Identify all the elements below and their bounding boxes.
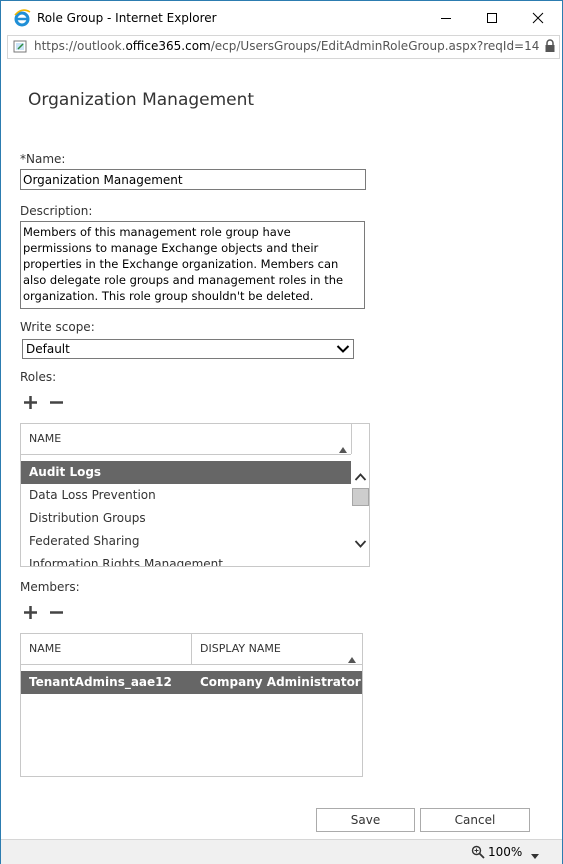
write-scope-value: Default: [26, 342, 70, 356]
header-divider: [351, 424, 352, 454]
members-name-column-header[interactable]: NAME: [21, 634, 192, 664]
zoom-dropdown-icon[interactable]: [531, 848, 539, 862]
chevron-up-icon: [354, 472, 367, 481]
roles-table: NAME Audit Logs Data Loss Prevention Dis…: [20, 423, 370, 567]
lock-icon[interactable]: [544, 39, 556, 56]
url-path: /ecp/UsersGroups/EditAdminRoleGroup.aspx…: [210, 39, 539, 53]
remove-member-button[interactable]: [47, 603, 65, 621]
minus-icon: [49, 400, 63, 404]
save-button[interactable]: Save: [316, 808, 415, 832]
dialog-content: Organization Management *Name: Descripti…: [1, 58, 562, 838]
address-bar[interactable]: https://outlook.office365.com/ecp/UsersG…: [7, 35, 560, 59]
member-display-name-cell: Company Administrator: [200, 675, 361, 689]
members-display-name-column-header[interactable]: DISPLAY NAME: [192, 634, 362, 664]
cancel-button[interactable]: Cancel: [420, 808, 530, 832]
internet-explorer-icon: [13, 9, 31, 27]
name-input[interactable]: [20, 169, 366, 190]
scroll-up-button[interactable]: [352, 468, 369, 485]
close-button[interactable]: [515, 1, 561, 35]
members-table: NAME DISPLAY NAME TenantAdmins_aae12 Com…: [20, 633, 363, 777]
column-header-label: NAME: [29, 432, 62, 445]
scrollbar-thumb[interactable]: [352, 488, 369, 506]
plus-icon: [23, 395, 37, 409]
role-row-audit-logs[interactable]: Audit Logs: [21, 461, 351, 484]
role-row-information-rights-management[interactable]: Information Rights Management: [21, 553, 351, 566]
title-bar: Role Group - Internet Explorer: [1, 1, 562, 35]
role-row-data-loss-prevention[interactable]: Data Loss Prevention: [21, 484, 351, 507]
site-identity-icon: [13, 39, 29, 57]
column-header-label: DISPLAY NAME: [200, 642, 281, 655]
roles-name-column-header[interactable]: NAME: [21, 424, 351, 454]
roles-label: Roles:: [20, 370, 57, 384]
chevron-down-icon: [354, 539, 367, 548]
page-title: Organization Management: [28, 90, 255, 110]
minimize-button[interactable]: [423, 1, 469, 35]
window-title: Role Group - Internet Explorer: [37, 11, 217, 25]
column-header-label: NAME: [29, 642, 62, 655]
name-label: *Name:: [20, 152, 66, 166]
scroll-down-button[interactable]: [352, 535, 369, 552]
members-table-header: NAME DISPLAY NAME: [21, 634, 362, 665]
remove-role-button[interactable]: [47, 393, 65, 411]
write-scope-label: Write scope:: [20, 320, 95, 334]
member-row[interactable]: TenantAdmins_aae12 Company Administrator: [21, 671, 362, 694]
member-name-cell: TenantAdmins_aae12: [29, 675, 172, 689]
write-scope-select[interactable]: Default: [22, 339, 354, 359]
description-label: Description:: [20, 204, 93, 218]
add-member-button[interactable]: [21, 603, 39, 621]
zoom-icon[interactable]: [471, 845, 485, 862]
maximize-button[interactable]: [469, 1, 515, 35]
status-bar: 100%: [1, 839, 562, 864]
url-domain: office365.com: [125, 39, 211, 53]
role-row-federated-sharing[interactable]: Federated Sharing: [21, 530, 351, 553]
minimize-icon: [441, 18, 451, 19]
roles-table-header: NAME: [21, 424, 351, 455]
zoom-level[interactable]: 100%: [488, 845, 522, 859]
maximize-icon: [487, 13, 497, 23]
url-text: https://outlook.office365.com/ecp/UsersG…: [34, 39, 539, 53]
close-icon: [532, 12, 544, 24]
add-role-button[interactable]: [21, 393, 39, 411]
role-row-distribution-groups[interactable]: Distribution Groups: [21, 507, 351, 530]
members-label: Members:: [20, 580, 80, 594]
url-prefix: https://outlook.: [34, 39, 126, 53]
description-textarea[interactable]: Members of this management role group ha…: [20, 221, 365, 309]
chevron-down-icon: [336, 343, 350, 357]
plus-icon: [23, 605, 37, 619]
browser-window: Role Group - Internet Explorer https://o…: [0, 0, 563, 864]
minus-icon: [49, 610, 63, 614]
